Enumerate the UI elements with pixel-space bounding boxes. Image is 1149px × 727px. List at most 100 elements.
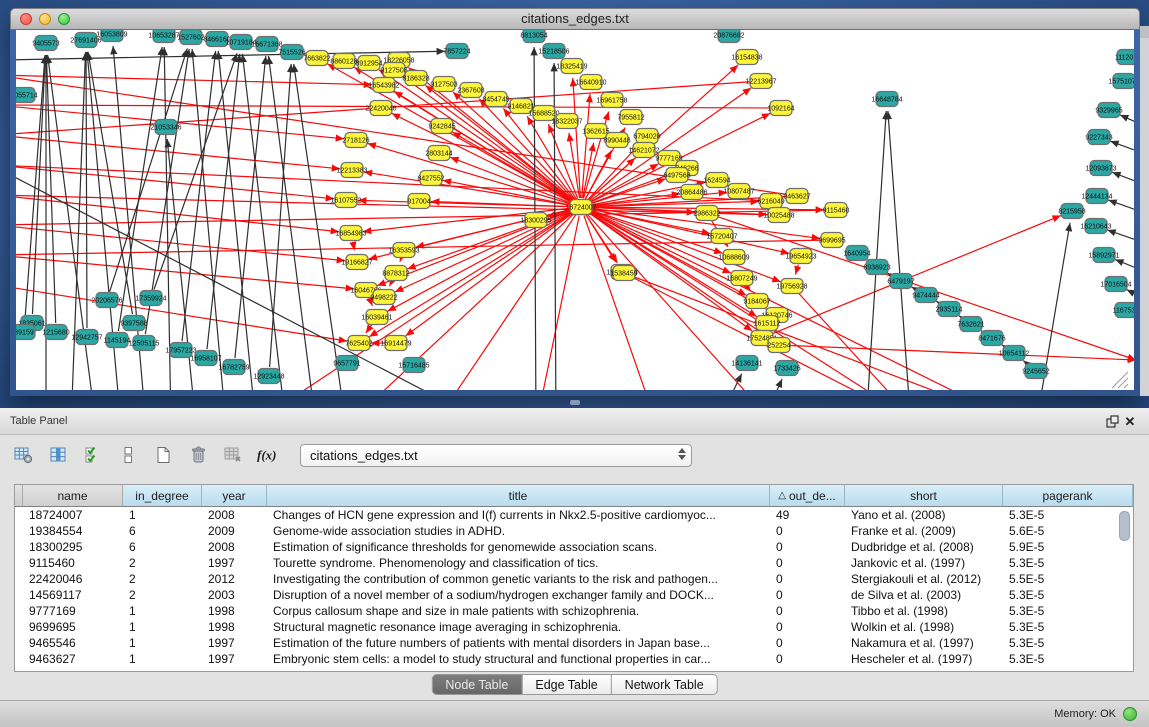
table-cell[interactable]: 0 [770, 523, 845, 539]
graph-node[interactable]: 9227343 [1085, 130, 1112, 145]
graph-node[interactable]: 7515526 [278, 45, 305, 60]
graph-node[interactable]: 12444134 [1081, 189, 1112, 204]
new-document-button[interactable] [150, 441, 176, 469]
graph-edge-selected[interactable] [400, 259, 401, 262]
graph-node[interactable]: 9474444 [912, 288, 939, 303]
table-cell[interactable]: 5.6E-5 [1003, 523, 1133, 539]
graph-edge[interactable] [86, 52, 87, 328]
table-cell[interactable]: 0 [770, 539, 845, 555]
table-cell[interactable]: 2008 [202, 507, 267, 523]
graph-node[interactable]: 12505115 [129, 336, 160, 351]
table-row[interactable]: 946554611997Estimation of the future num… [15, 635, 1133, 651]
function-builder-button[interactable]: f(x) [255, 441, 281, 469]
table-cell[interactable]: 19384554 [23, 523, 123, 539]
graph-node[interactable]: 1527602 [177, 30, 204, 45]
graph-node[interactable]: 15751074 [1108, 74, 1134, 89]
tab-edge-table[interactable]: Edge Table [522, 674, 611, 695]
graph-node[interactable]: 15720407 [706, 229, 737, 244]
graph-node[interactable]: 14136141 [731, 356, 762, 371]
graph-edge[interactable] [88, 52, 132, 314]
graph-edge[interactable] [716, 374, 742, 390]
table-vertical-scrollbar[interactable] [1119, 511, 1130, 541]
table-cell[interactable]: 5.3E-5 [1003, 555, 1133, 571]
table-cell[interactable]: 1998 [202, 619, 267, 635]
graph-node[interactable]: 9127503 [430, 77, 457, 92]
table-row[interactable]: 969969511998Structural magnetic resonanc… [15, 619, 1133, 635]
graph-edge-selected[interactable] [366, 324, 372, 333]
table-cell[interactable]: 0 [770, 571, 845, 587]
graph-node[interactable]: 16782759 [218, 360, 249, 375]
table-cell[interactable]: 1 [123, 603, 202, 619]
table-cell[interactable]: 5.9E-5 [1003, 539, 1133, 555]
table-cell[interactable]: 18300295 [23, 539, 123, 555]
graph-node[interactable]: 1112073 [1115, 50, 1134, 65]
graph-node[interactable]: 6497568 [663, 168, 690, 183]
table-row[interactable]: 2242004622012Investigating the contribut… [15, 571, 1133, 587]
graph-node[interactable]: 18322037 [551, 114, 582, 129]
graph-node[interactable]: 8938923 [863, 260, 890, 275]
graph-node[interactable]: 16961758 [596, 93, 627, 108]
table-cell[interactable]: 2003 [202, 587, 267, 603]
table-cell[interactable]: 0 [770, 587, 845, 603]
table-cell[interactable]: 6 [123, 539, 202, 555]
graph-edge-selected[interactable] [16, 135, 340, 169]
graph-node[interactable]: 16107552 [330, 193, 361, 208]
graph-node[interactable]: 16210643 [1080, 219, 1111, 234]
table-cell[interactable]: 2 [123, 587, 202, 603]
graph-node[interactable]: 7625402 [345, 336, 372, 351]
tab-node-table[interactable]: Node Table [431, 674, 522, 695]
table-cell[interactable]: Hescheler et al. (1997) [845, 651, 1003, 667]
graph-node[interactable]: 18724007 [565, 200, 596, 215]
table-cell[interactable]: 49 [770, 507, 845, 523]
network-canvas[interactable]: 1872400788601288912954182260589127508165… [16, 30, 1134, 390]
table-cell[interactable]: Disruption of a novel member of a sodium… [267, 587, 770, 603]
table-row[interactable]: 1938455462009Genome-wide association stu… [15, 523, 1133, 539]
table-cell[interactable]: 9465546 [23, 635, 123, 651]
graph-node[interactable]: 16154838 [731, 50, 762, 65]
graph-node[interactable]: 15892971 [1088, 248, 1119, 263]
table-cell[interactable]: 5.3E-5 [1003, 619, 1133, 635]
table-row[interactable]: 911546021997Tourette syndrome. Phenomeno… [15, 555, 1133, 571]
delete-entries-button[interactable] [185, 441, 211, 469]
graph-node[interactable]: 16640910 [575, 75, 606, 90]
graph-node[interactable]: 10025488 [763, 208, 794, 223]
table-cell[interactable]: Embryonic stem cells: a model to study s… [267, 651, 770, 667]
table-cell[interactable]: 1997 [202, 651, 267, 667]
graph-node[interactable]: 16914479 [380, 336, 411, 351]
graph-node[interactable]: 1215680 [42, 325, 69, 340]
graph-edge-selected[interactable] [16, 165, 762, 201]
graph-node[interactable]: 8813054 [520, 30, 547, 43]
tab-network-table[interactable]: Network Table [612, 674, 718, 695]
table-cell[interactable]: Tourette syndrome. Phenomenology and cla… [267, 555, 770, 571]
table-cell[interactable]: 5.3E-5 [1003, 651, 1133, 667]
graph-node[interactable]: 18325419 [556, 59, 587, 74]
float-panel-icon[interactable] [1103, 412, 1121, 430]
graph-node[interactable]: 9463627 [783, 189, 810, 204]
graph-node[interactable]: 12213383 [336, 163, 367, 178]
table-cell[interactable]: 1997 [202, 635, 267, 651]
graph-node[interactable]: 9657791 [333, 356, 360, 371]
table-cell[interactable]: Franke et al. (2009) [845, 523, 1003, 539]
table-cell[interactable]: Corpus callosum shape and size in male p… [267, 603, 770, 619]
table-cell[interactable]: 5.3E-5 [1003, 603, 1133, 619]
table-row[interactable]: 1872400712008Changes of HCN gene express… [15, 507, 1133, 523]
graph-node[interactable]: 16543982 [368, 78, 399, 93]
column-header-in-degree[interactable]: in_degree [123, 485, 202, 507]
graph-edge[interactable] [888, 111, 911, 390]
graph-node[interactable]: 6794028 [633, 129, 660, 144]
graph-node[interactable]: 15218506 [538, 44, 569, 59]
graph-node[interactable]: 9184067 [743, 294, 770, 309]
graph-node[interactable]: 16353593 [388, 243, 419, 258]
graph-node[interactable]: 1167533 [1113, 303, 1134, 318]
table-cell[interactable]: 6 [123, 523, 202, 539]
graph-edge-selected[interactable] [16, 225, 345, 261]
table-cell[interactable]: 1997 [202, 555, 267, 571]
table-cell[interactable]: Estimation of the future numbers of pati… [267, 635, 770, 651]
table-cell[interactable]: 0 [770, 635, 845, 651]
graph-node[interactable]: 15716485 [398, 358, 429, 373]
graph-node[interactable]: 39159 [16, 325, 35, 340]
table-cell[interactable]: 0 [770, 651, 845, 667]
graph-node[interactable]: 8186328 [402, 71, 429, 86]
graph-node[interactable]: 16807249 [726, 271, 757, 286]
table-cell[interactable]: 22420046 [23, 571, 123, 587]
